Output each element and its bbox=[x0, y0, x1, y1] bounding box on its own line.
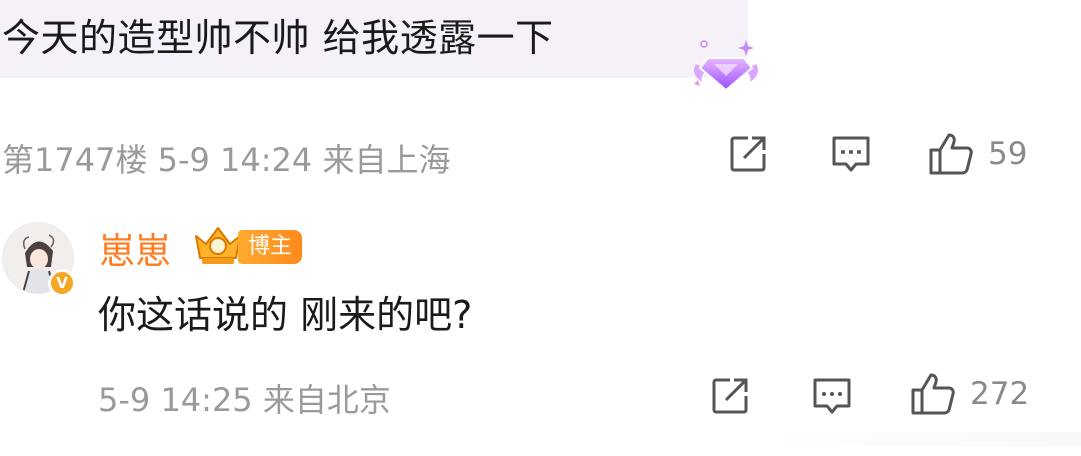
comment-meta: 第1747楼 5-9 14:24 来自上海 bbox=[2, 141, 451, 179]
share-icon bbox=[712, 378, 748, 414]
reply-button[interactable] bbox=[830, 134, 872, 176]
comment-icon bbox=[813, 378, 851, 414]
comment-text: 今天的造型帅不帅 给我透露一下 bbox=[2, 16, 554, 60]
reply-comment-button[interactable] bbox=[811, 376, 853, 418]
diamond-badge-icon bbox=[694, 40, 758, 92]
comment-bubble: 今天的造型帅不帅 给我透露一下 bbox=[0, 0, 748, 78]
thumbs-up-icon bbox=[911, 373, 955, 415]
host-tag: 博主 bbox=[238, 230, 303, 264]
reply-like-button[interactable]: 272 bbox=[910, 372, 1029, 416]
crown-icon bbox=[195, 227, 241, 264]
like-count: 59 bbox=[988, 136, 1028, 172]
share-icon bbox=[730, 136, 766, 172]
thumbs-up-icon bbox=[929, 133, 973, 175]
watermark-fade bbox=[770, 432, 1081, 446]
reply-meta: 5-9 14:25 来自北京 bbox=[98, 381, 391, 419]
comment-icon bbox=[832, 136, 870, 172]
reply-share-button[interactable] bbox=[710, 376, 750, 416]
verified-badge: V bbox=[48, 269, 76, 297]
share-button[interactable] bbox=[728, 134, 768, 174]
like-button[interactable]: 59 bbox=[928, 132, 1027, 176]
reply-like-count: 272 bbox=[970, 376, 1030, 412]
reply-author-name[interactable]: 崽崽 bbox=[99, 222, 171, 274]
reply-text: 你这话说的 刚来的吧? bbox=[98, 293, 473, 337]
